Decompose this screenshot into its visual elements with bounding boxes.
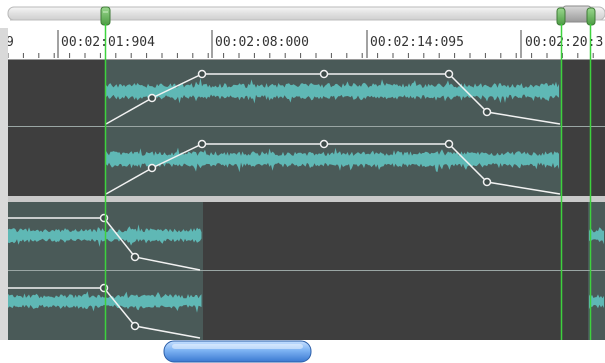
envelope-point[interactable] xyxy=(197,139,207,149)
envelope-point[interactable] xyxy=(130,252,140,262)
envelope-point[interactable] xyxy=(482,107,492,117)
horizontal-scrollbar[interactable] xyxy=(0,340,605,363)
ruler-label: 00:02:20:3 xyxy=(525,35,603,50)
left-gutter xyxy=(0,28,8,340)
envelope-point[interactable] xyxy=(147,163,157,173)
envelope-point[interactable] xyxy=(319,139,329,149)
envelope-point[interactable] xyxy=(147,93,157,103)
selection-range-bar[interactable] xyxy=(0,0,605,28)
track-divider[interactable] xyxy=(8,196,605,202)
timeline-editor: 9 00:02:01:904 00:02:08:000 00:02:14:095… xyxy=(0,0,605,363)
envelope-point[interactable] xyxy=(319,69,329,79)
envelope-point[interactable] xyxy=(444,69,454,79)
audio-clip[interactable] xyxy=(105,60,562,196)
track-upper[interactable] xyxy=(8,60,605,196)
selection-handle-right-icon[interactable] xyxy=(556,5,596,26)
ruler-label: 00:02:08:000 xyxy=(215,35,309,50)
envelope-point[interactable] xyxy=(482,177,492,187)
selection-handle-left-icon[interactable] xyxy=(100,6,111,26)
ruler-label: 00:02:01:904 xyxy=(61,35,155,50)
track-lower[interactable] xyxy=(8,202,605,340)
envelope-point[interactable] xyxy=(99,213,109,223)
ruler-label: 00:02:14:095 xyxy=(370,35,464,50)
envelope-point[interactable] xyxy=(130,321,140,331)
envelope-point[interactable] xyxy=(197,69,207,79)
time-ruler[interactable]: 9 00:02:01:904 00:02:08:000 00:02:14:095… xyxy=(6,28,605,60)
envelope-point[interactable] xyxy=(444,139,454,149)
envelope-point[interactable] xyxy=(99,283,109,293)
